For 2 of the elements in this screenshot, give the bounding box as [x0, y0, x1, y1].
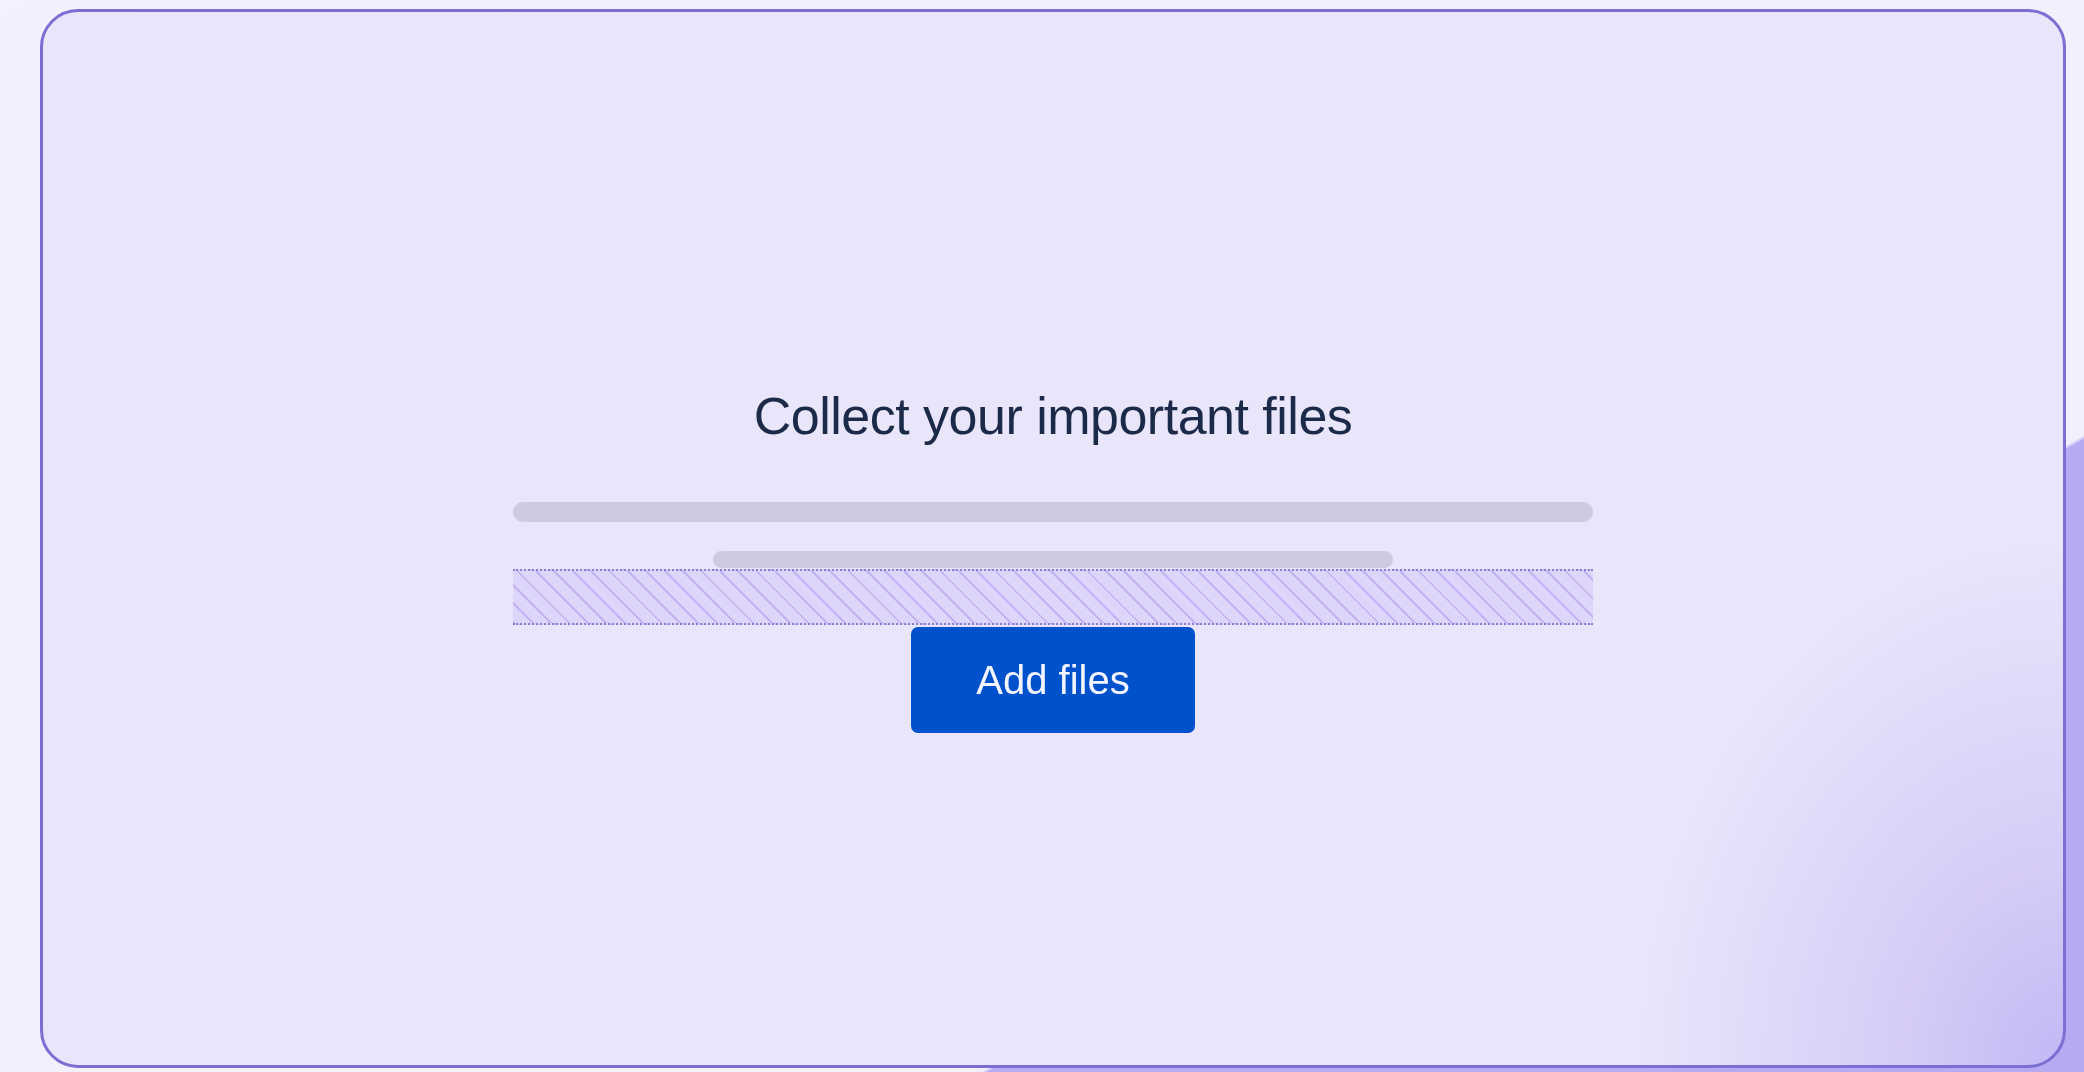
heading: Collect your important files	[753, 386, 1353, 447]
add-files-button[interactable]: Add files	[911, 627, 1195, 733]
